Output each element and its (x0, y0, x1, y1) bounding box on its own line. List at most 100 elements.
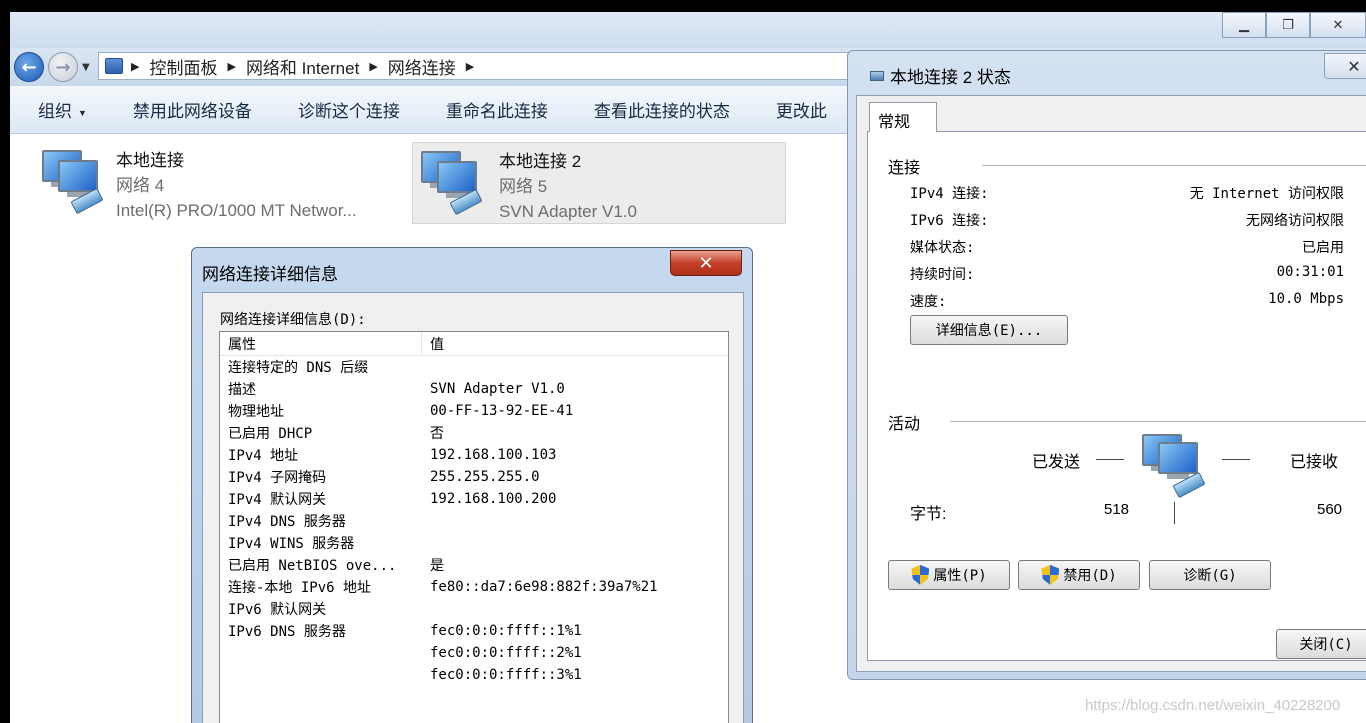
table-row[interactable]: 连接-本地 IPv6 地址 fe80::da7:6e98:882f:39a7%21 (220, 576, 728, 598)
connection-adapter: SVN Adapter V1.0 (499, 202, 637, 221)
row-value: 192.168.100.103 (430, 447, 557, 463)
minimize-button[interactable]: ▁ (1222, 12, 1266, 38)
status-dialog-title-bar: 本地连接 2 状态 (870, 63, 1011, 88)
sent-line (1096, 459, 1124, 460)
field-value: 无网络访问权限 (1246, 213, 1344, 229)
breadcrumb-network-connections[interactable]: 网络连接 (388, 54, 456, 79)
received-label: 已接收 (1290, 454, 1339, 471)
row-value: 255.255.255.0 (430, 469, 540, 485)
field-value: 10.0 Mbps (1268, 291, 1344, 307)
details-dialog-title: 网络连接详细信息 (202, 265, 338, 284)
details-dialog-body: 网络连接详细信息(D): 属性 值 连接特定的 DNS 后缀 描述 SVN Adap… (202, 292, 744, 723)
connection-group-label: 连接 (888, 160, 921, 177)
breadcrumb-separator-icon[interactable]: ▶ (369, 60, 377, 73)
row-property: IPv4 默认网关 (228, 492, 327, 508)
row-property: IPv4 DNS 服务器 (228, 514, 346, 530)
breadcrumb-separator-icon[interactable]: ▶ (131, 60, 139, 73)
organize-label: 组织 (38, 102, 72, 121)
tab-general[interactable]: 常规 (869, 102, 937, 132)
table-row[interactable]: 连接特定的 DNS 后缀 (220, 356, 728, 378)
field-value: 已启用 (1302, 240, 1344, 256)
details-rows: 连接特定的 DNS 后缀 描述 SVN Adapter V1.0 物理地址 00-FF-… (220, 356, 728, 686)
table-row[interactable]: IPv4 WINS 服务器 (220, 532, 728, 554)
close-icon: ✕ (1332, 17, 1344, 33)
forward-arrow-icon: → (55, 56, 71, 78)
row-property: 连接-本地 IPv6 地址 (228, 580, 372, 596)
connection-network: 网络 4 (116, 176, 165, 195)
control-panel-icon (105, 58, 123, 74)
field-ipv6: IPv6 连接: 无网络访问权限 (910, 210, 1344, 230)
history-dropdown-icon[interactable]: ▼ (82, 62, 90, 73)
table-row[interactable]: IPv4 子网掩码 255.255.255.0 (220, 466, 728, 488)
field-media-state: 媒体状态: 已启用 (910, 237, 1344, 257)
details-list[interactable]: 属性 值 连接特定的 DNS 后缀 描述 SVN Adapter V1.0 物理地址 0… (219, 331, 729, 723)
close-window-button[interactable]: ✕ (1310, 12, 1366, 38)
back-arrow-icon: ← (21, 56, 37, 78)
organize-menu[interactable]: 组织 ▼ (38, 97, 87, 122)
group-divider (950, 421, 1366, 422)
column-header-property[interactable]: 属性 (220, 332, 422, 355)
rename-connection-button[interactable]: 重命名此连接 (446, 97, 548, 122)
field-ipv4: IPv4 连接: 无 Internet 访问权限 (910, 183, 1344, 203)
disable-device-button[interactable]: 禁用此网络设备 (133, 97, 252, 122)
breadcrumb-control-panel[interactable]: 控制面板 (149, 54, 217, 79)
table-row[interactable]: IPv6 DNS 服务器 fec0:0:0:ffff::1%1 (220, 620, 728, 642)
breadcrumb: ▶ 控制面板 ▶ 网络和 Internet ▶ 网络连接 ▶ (131, 54, 484, 79)
breadcrumb-network-internet[interactable]: 网络和 Internet (246, 54, 359, 79)
table-row[interactable]: fec0:0:0:ffff::2%1 (220, 642, 728, 664)
connection-name: 本地连接 2 (499, 152, 582, 171)
bytes-received: 560 (1317, 501, 1343, 518)
row-property: IPv4 地址 (228, 448, 299, 464)
row-value: fec0:0:0:ffff::1%1 (430, 623, 582, 639)
disable-button[interactable]: 禁用(D) (1018, 560, 1140, 590)
table-row[interactable]: fec0:0:0:ffff::3%1 (220, 664, 728, 686)
view-status-button[interactable]: 查看此连接的状态 (594, 97, 730, 122)
row-value: SVN Adapter V1.0 (430, 381, 565, 397)
field-label: 持续时间: (910, 267, 975, 283)
table-row[interactable]: 描述 SVN Adapter V1.0 (220, 378, 728, 400)
row-property: 物理地址 (228, 404, 284, 420)
connection-item-local[interactable]: 本地连接 网络 4 Intel(R) PRO/1000 MT Networ... (30, 142, 410, 224)
close-button[interactable]: 关闭(C) (1276, 629, 1366, 659)
maximize-button[interactable]: ❐ (1266, 12, 1310, 38)
breadcrumb-separator-icon[interactable]: ▶ (466, 60, 474, 73)
details-button[interactable]: 详细信息(E)... (910, 315, 1068, 345)
network-adapter-icon (36, 148, 108, 218)
row-value: 00-FF-13-92-EE-41 (430, 403, 574, 419)
bytes-divider (1174, 502, 1175, 524)
row-property: 已启用 DHCP (228, 426, 313, 442)
table-row[interactable]: 物理地址 00-FF-13-92-EE-41 (220, 400, 728, 422)
minimize-icon: ▁ (1239, 17, 1249, 33)
diagnose-connection-button[interactable]: 诊断这个连接 (298, 97, 400, 122)
table-row[interactable]: 已启用 DHCP 否 (220, 422, 728, 444)
field-duration: 持续时间: 00:31:01 (910, 264, 1344, 284)
status-close-x-button[interactable]: ✕ (1324, 53, 1366, 79)
table-row[interactable]: IPv4 地址 192.168.100.103 (220, 444, 728, 466)
change-settings-button[interactable]: 更改此 (776, 97, 827, 122)
status-dialog: 本地连接 2 状态 ✕ 常规 连接 IPv4 连接: 无 Internet 访问权… (847, 50, 1366, 680)
field-label: 速度: (910, 294, 947, 310)
disable-button-label: 禁用(D) (1063, 568, 1117, 584)
table-row[interactable]: IPv6 默认网关 (220, 598, 728, 620)
row-value: 否 (430, 426, 444, 442)
row-property: IPv6 DNS 服务器 (228, 624, 346, 640)
address-box[interactable]: ▶ 控制面板 ▶ 网络和 Internet ▶ 网络连接 ▶ (98, 52, 856, 80)
close-icon: ✕ (698, 252, 714, 274)
field-value: 无 Internet 访问权限 (1189, 186, 1344, 202)
table-row[interactable]: 已启用 NetBIOS ove... 是 (220, 554, 728, 576)
group-divider (982, 165, 1366, 166)
connection-item-local-2[interactable]: 本地连接 2 网络 5 SVN Adapter V1.0 (412, 142, 786, 224)
row-value: fec0:0:0:ffff::2%1 (430, 645, 582, 661)
back-button[interactable]: ← (14, 52, 44, 82)
column-header-value[interactable]: 值 (422, 334, 444, 354)
field-speed: 速度: 10.0 Mbps (910, 291, 1344, 311)
forward-button[interactable]: → (48, 52, 78, 82)
diagnose-button[interactable]: 诊断(G) (1149, 560, 1271, 590)
table-row[interactable]: IPv4 默认网关 192.168.100.200 (220, 488, 728, 510)
bytes-sent: 518 (1104, 501, 1130, 518)
breadcrumb-separator-icon[interactable]: ▶ (227, 60, 235, 73)
table-row[interactable]: IPv4 DNS 服务器 (220, 510, 728, 532)
properties-button[interactable]: 属性(P) (888, 560, 1010, 590)
details-close-button[interactable]: ✕ (670, 250, 742, 276)
activity-group-label: 活动 (888, 416, 921, 433)
